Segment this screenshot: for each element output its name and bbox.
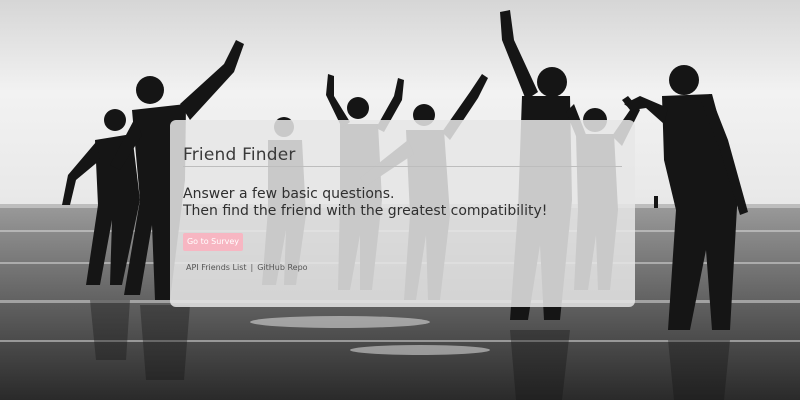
lead-text: Answer a few basic questions. Then find … [183,186,547,220]
api-friends-list-link[interactable]: API Friends List [186,263,247,272]
lead-line-1: Answer a few basic questions. [183,186,395,202]
lead-line-2: Then find the friend with the greatest c… [183,203,548,219]
footer-links: API Friends List | GitHub Repo [186,263,308,272]
intro-card: Friend Finder Answer a few basic questio… [170,120,635,307]
title-divider [183,166,622,167]
link-separator: | [250,263,254,272]
page-title: Friend Finder [183,145,296,165]
go-to-survey-button[interactable]: Go to Survey [183,233,243,251]
github-repo-link[interactable]: GitHub Repo [257,263,307,272]
